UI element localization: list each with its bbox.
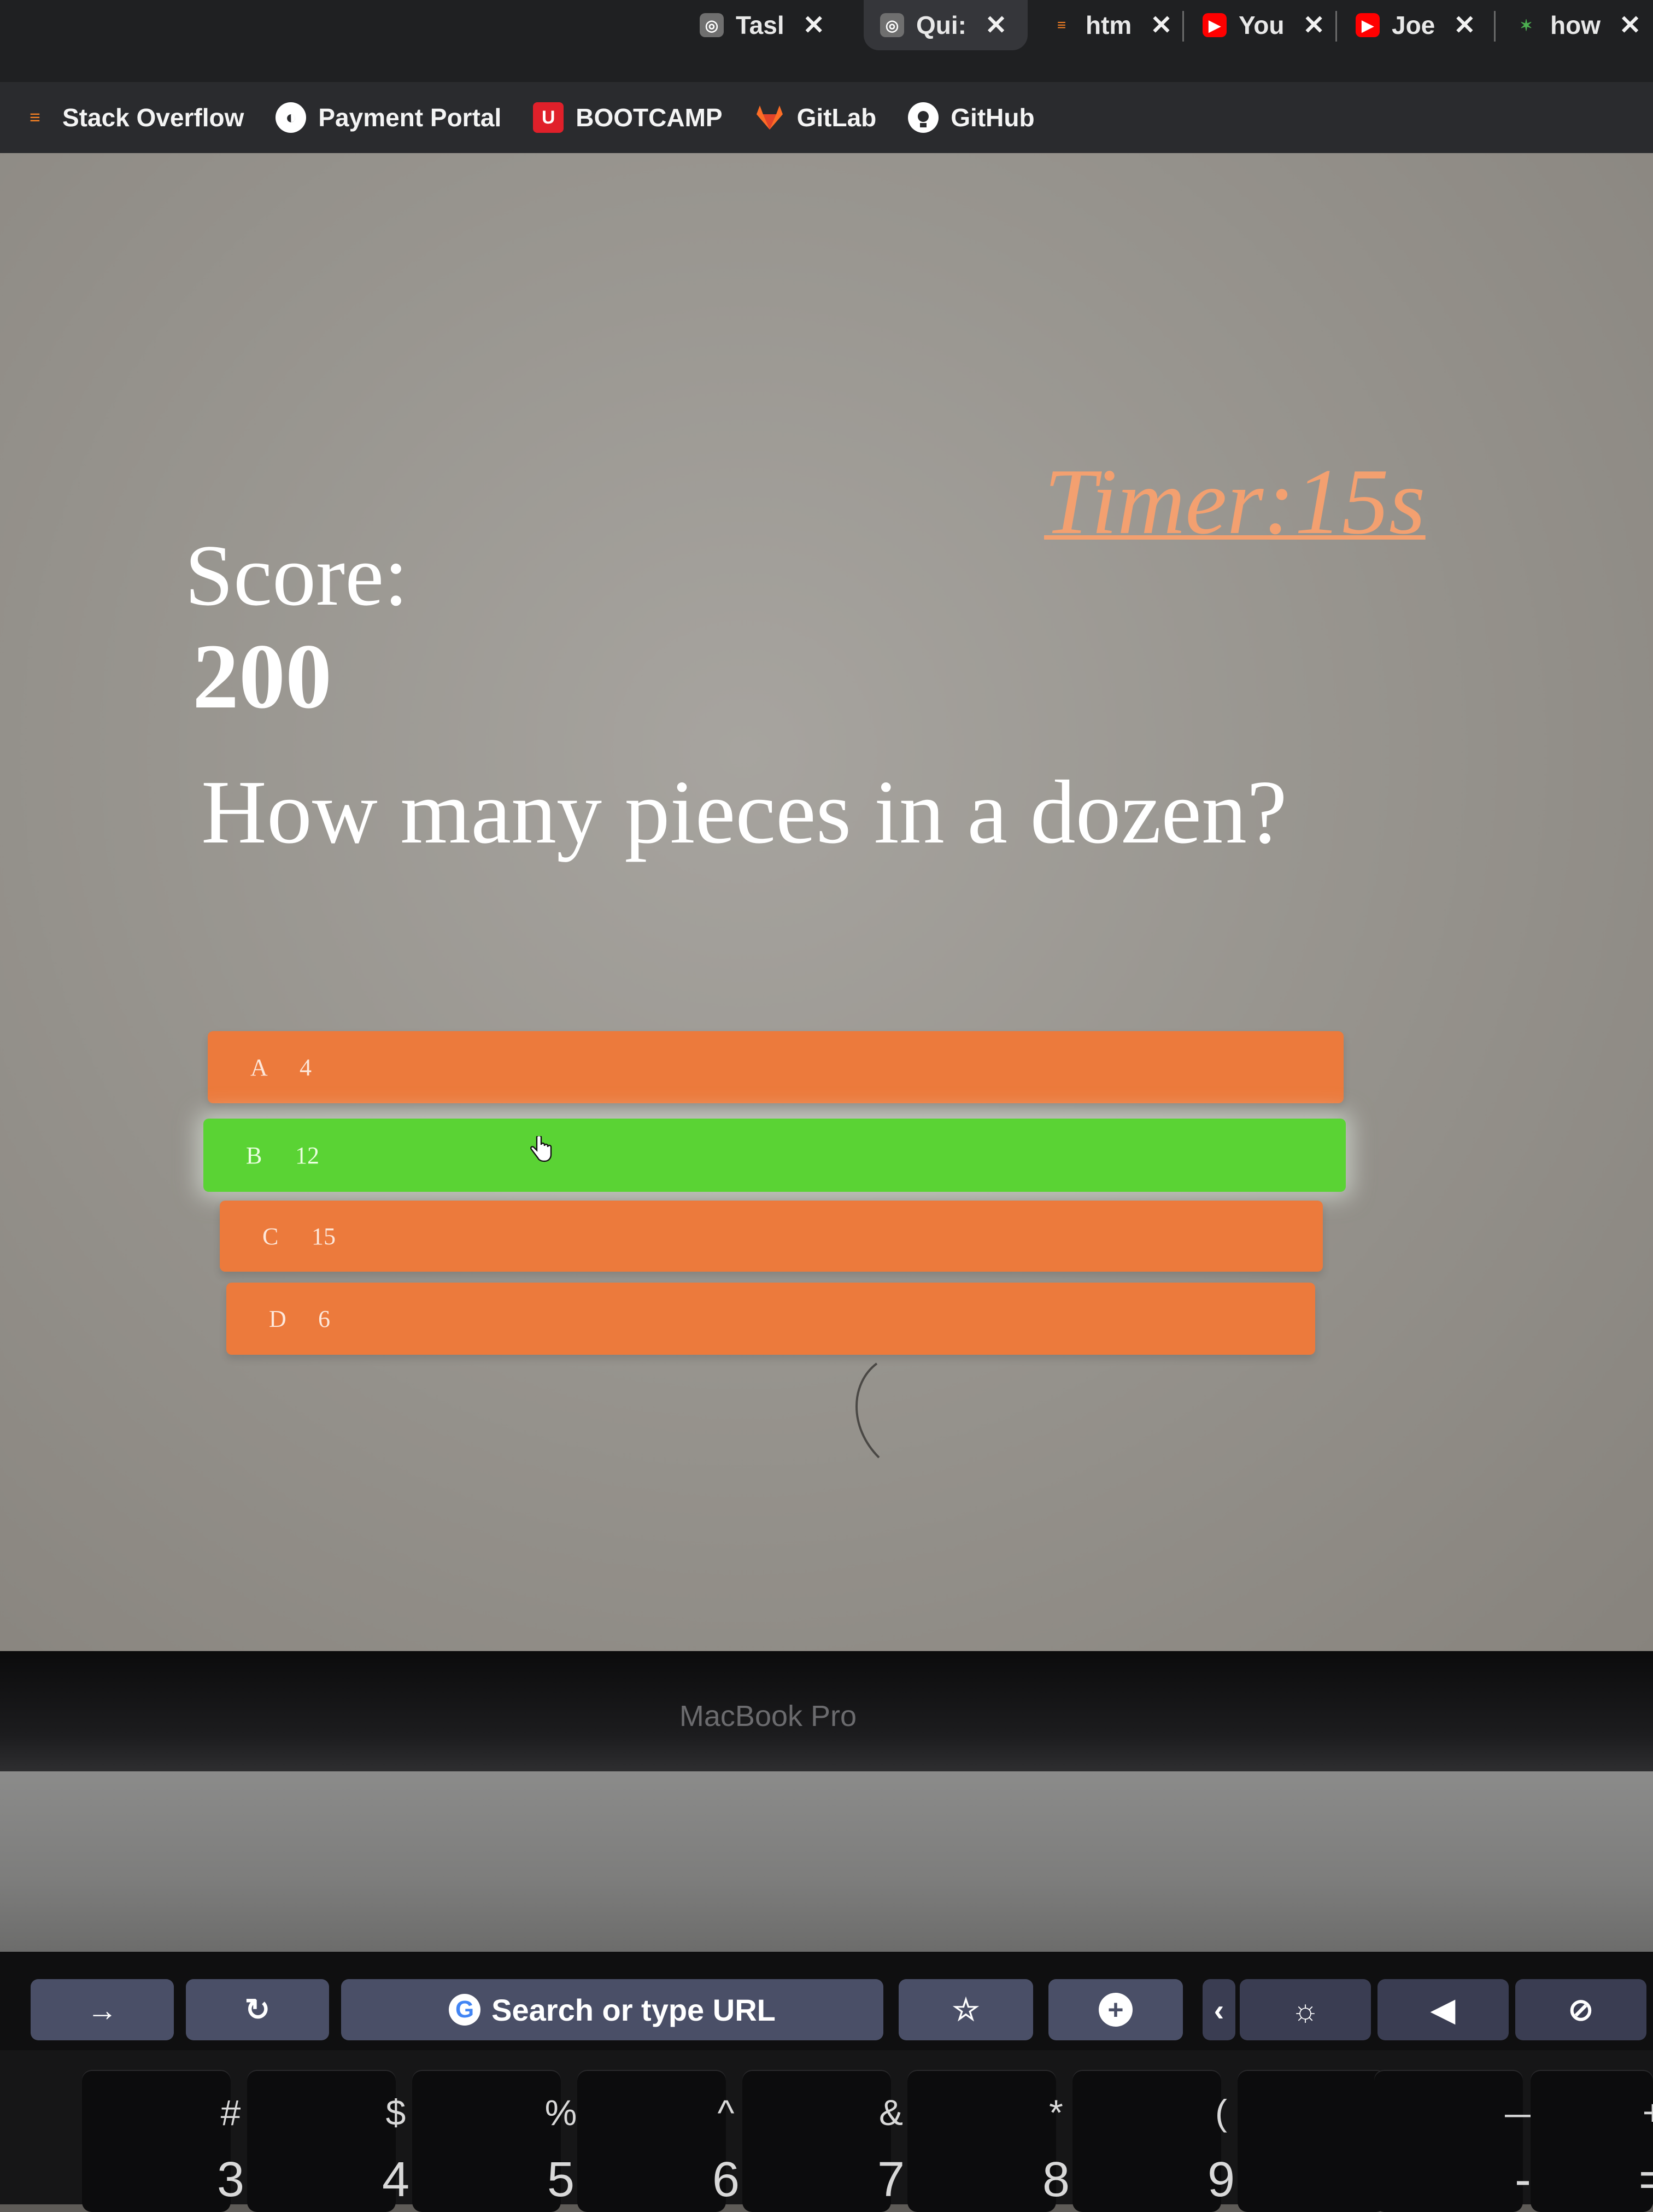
globe-icon: ◎ <box>700 13 724 37</box>
forward-button[interactable]: → <box>31 1979 174 2040</box>
score-label: Score: <box>185 526 408 624</box>
answer-text: 4 <box>300 1054 312 1081</box>
bookmark-star-button[interactable]: ☆ <box>899 1979 1033 2040</box>
stackoverflow-icon: ≡ <box>30 107 40 128</box>
key-9[interactable]: ( 9 <box>1072 2070 1235 2212</box>
bookmark-label: BOOTCAMP <box>576 103 723 132</box>
volume-button[interactable]: ◀ <box>1377 1979 1509 2040</box>
github-icon <box>908 102 939 133</box>
tab-title: Qui: <box>916 11 966 39</box>
score-value: 200 <box>192 625 332 728</box>
new-tab-button[interactable]: + <box>1048 1979 1183 2040</box>
bookmarks-bar: ≡ Stack Overflow ◐ Payment Portal U BOOT… <box>0 82 1653 153</box>
stackoverflow-icon: ≡ <box>1057 16 1066 33</box>
bookmark-label: Stack Overflow <box>62 103 244 132</box>
u-logo-icon: U <box>533 102 564 133</box>
hand-cursor-icon <box>530 1136 552 1162</box>
answer-button-b[interactable]: B 12 <box>203 1119 1346 1192</box>
bookmark-label: GitLab <box>796 103 877 132</box>
browser-tab[interactable]: ▶ Joe ✕ <box>1339 0 1496 50</box>
globe-icon: ◐ <box>276 102 307 133</box>
mute-button[interactable]: ⊘ <box>1515 1979 1646 2040</box>
quiz-page <box>0 153 1653 1651</box>
tab-title: You <box>1239 11 1285 39</box>
mute-icon: ⊘ <box>1568 1992 1594 2027</box>
key-6[interactable]: ^ 6 <box>577 2070 740 2212</box>
tab-title: Tasl <box>736 11 784 39</box>
star-icon: ☆ <box>952 1992 980 2027</box>
close-icon[interactable]: ✕ <box>1150 10 1172 40</box>
key-equals[interactable]: + = <box>1531 2070 1653 2212</box>
key-3[interactable]: # 3 <box>82 2070 244 2212</box>
tab-title: htm <box>1086 11 1132 39</box>
search-url-label: Search or type URL <box>491 1992 776 2027</box>
bookmark-github[interactable]: GitHub <box>908 102 1035 133</box>
reload-button[interactable]: ↻ <box>186 1979 329 2040</box>
answer-button-c[interactable]: C 15 <box>220 1201 1323 1272</box>
timer-display: Timer:15s <box>1044 450 1426 554</box>
browser-tab[interactable]: ▶ You ✕ <box>1186 0 1337 50</box>
collapse-controls-button[interactable]: ‹ <box>1203 1979 1235 2040</box>
bookmark-label: Payment Portal <box>318 103 502 132</box>
key-8[interactable]: * 8 <box>907 2070 1070 2212</box>
plus-circle-icon: + <box>1099 1993 1133 2027</box>
key-0[interactable]: ) 0 <box>1238 2070 1400 2212</box>
close-icon[interactable]: ✕ <box>1619 10 1641 40</box>
browser-tab[interactable]: ◎ Tasl ✕ <box>683 0 858 50</box>
answer-letter: A <box>250 1054 268 1081</box>
answer-button-a[interactable]: A 4 <box>208 1031 1344 1103</box>
sparkle-icon: ✶ <box>1520 16 1533 34</box>
question-text: How many pieces in a dozen? <box>201 762 1287 862</box>
tab-separator <box>1182 11 1184 42</box>
brightness-button[interactable]: ☼ <box>1240 1979 1371 2040</box>
key-digit: = <box>1592 2152 1653 2208</box>
browser-tab[interactable]: ≡ htm ✕ <box>1033 0 1184 50</box>
key-5[interactable]: % 5 <box>412 2070 577 2212</box>
answer-text: 12 <box>295 1142 319 1169</box>
search-url-button[interactable]: G Search or type URL <box>341 1979 883 2040</box>
chevron-left-icon: ‹ <box>1214 1992 1224 2027</box>
laptop-brand-label: MacBook Pro <box>679 1700 857 1733</box>
close-icon[interactable]: ✕ <box>1453 10 1475 40</box>
key-symbol: + <box>1642 2092 1653 2133</box>
close-icon[interactable]: ✕ <box>985 10 1007 40</box>
bookmark-stack-overflow[interactable]: ≡ Stack Overflow <box>20 102 244 133</box>
youtube-icon: ▶ <box>1356 13 1380 37</box>
answer-text: 15 <box>312 1222 336 1250</box>
bookmark-payment-portal[interactable]: ◐ Payment Portal <box>276 102 501 133</box>
tab-separator <box>1494 11 1496 42</box>
bookmark-gitlab[interactable]: GitLab <box>754 102 877 133</box>
answer-letter: D <box>269 1305 286 1332</box>
key-4[interactable]: $ 4 <box>247 2070 409 2212</box>
reload-icon: ↻ <box>244 1992 271 2027</box>
google-icon: G <box>449 1994 481 2026</box>
brightness-icon: ☼ <box>1291 1992 1320 2027</box>
answer-text: 6 <box>318 1305 330 1332</box>
browser-tab[interactable]: ✶ how ✕ <box>1498 0 1653 50</box>
answer-letter: B <box>246 1142 262 1169</box>
screen-scratch <box>855 1362 880 1459</box>
tab-separator <box>1335 11 1337 42</box>
browser-tab-active[interactable]: ◎ Qui: ✕ <box>864 0 1028 50</box>
tab-title: Joe <box>1392 11 1435 39</box>
youtube-icon: ▶ <box>1203 13 1227 37</box>
tab-title: how <box>1550 11 1601 39</box>
browser-tab-strip: ◎ Tasl ✕ ◎ Qui: ✕ ≡ htm ✕ ▶ You ✕ ▶ Joe … <box>0 0 1653 82</box>
laptop-deck <box>0 1771 1653 1952</box>
answer-letter: C <box>262 1222 279 1250</box>
key-7[interactable]: & 7 <box>742 2070 905 2212</box>
answer-button-d[interactable]: D 6 <box>226 1283 1315 1355</box>
bookmark-bootcamp[interactable]: U BOOTCAMP <box>533 102 723 133</box>
gitlab-icon <box>754 102 785 133</box>
close-icon[interactable]: ✕ <box>803 10 825 40</box>
globe-icon: ◎ <box>880 13 904 37</box>
bookmark-label: GitHub <box>951 103 1035 132</box>
arrow-right-icon: → <box>87 1992 118 2027</box>
close-icon[interactable]: ✕ <box>1303 10 1324 40</box>
volume-icon: ◀ <box>1431 1992 1455 2027</box>
key-minus[interactable]: — - <box>1374 2070 1541 2212</box>
